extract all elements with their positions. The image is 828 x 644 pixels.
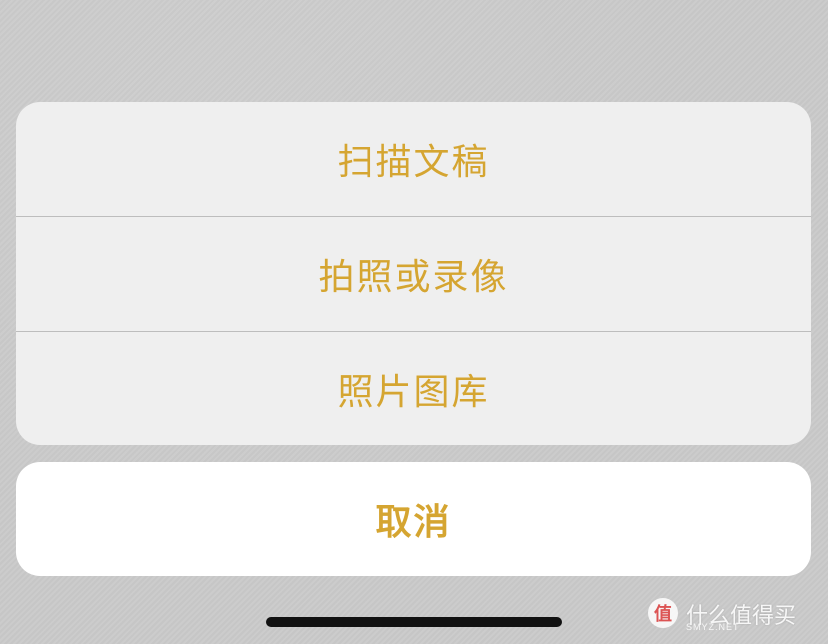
cancel-button[interactable]: 取消 xyxy=(16,462,811,576)
action-sheet-group: 扫描文稿 拍照或录像 照片图库 xyxy=(16,102,811,445)
scan-documents-label: 扫描文稿 xyxy=(337,142,490,183)
take-photo-or-video-label: 拍照或录像 xyxy=(318,257,509,298)
watermark-subtext: SMYZ.NET xyxy=(686,622,740,632)
take-photo-or-video-button[interactable]: 拍照或录像 xyxy=(16,217,811,331)
watermark-icon: 值 xyxy=(648,598,678,628)
watermark-logo: 值 什么值得买 SMYZ.NET xyxy=(648,596,818,636)
cancel-label: 取消 xyxy=(375,502,452,543)
photo-library-label: 照片图库 xyxy=(337,371,490,413)
home-indicator[interactable] xyxy=(266,617,562,627)
photo-library-button[interactable]: 照片图库 xyxy=(16,332,811,445)
scan-documents-button[interactable]: 扫描文稿 xyxy=(16,102,811,216)
